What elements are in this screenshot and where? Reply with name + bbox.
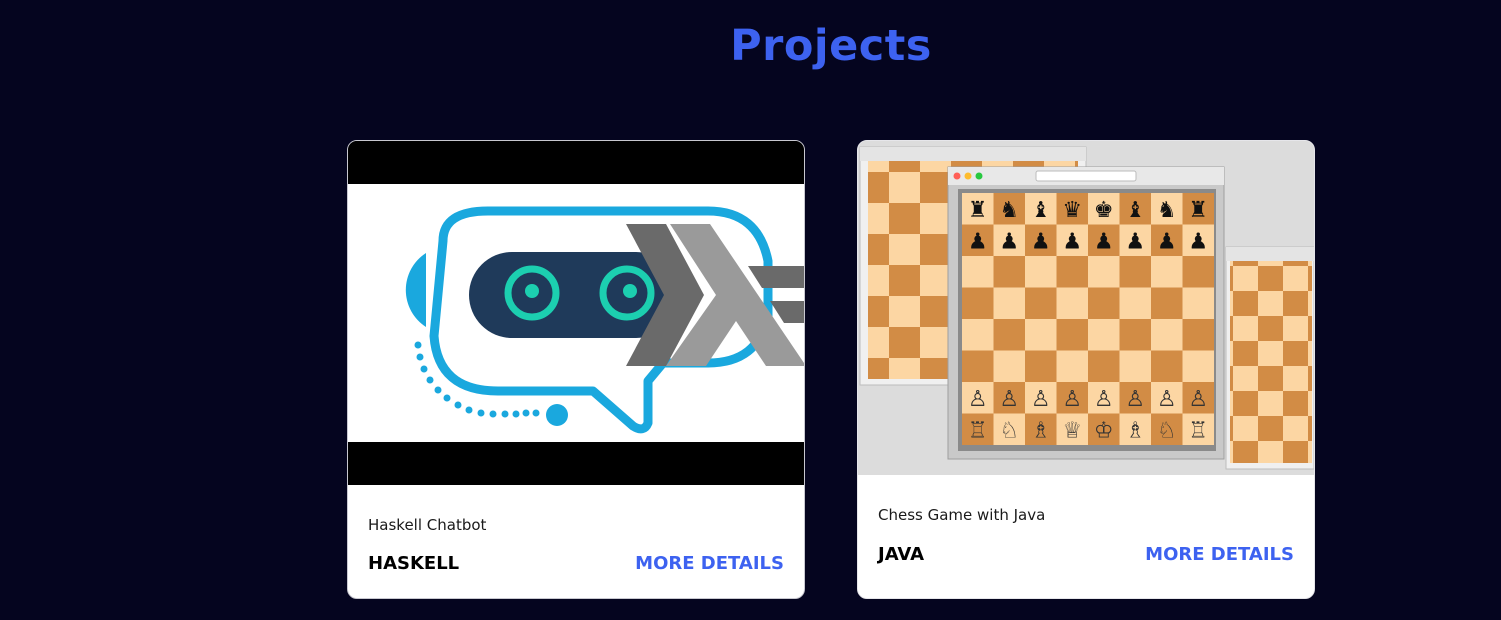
project-card-chess-game: ♜ ♟ ♙ ♖ ♞ ♟ ♙ ♘ ♝ ♟ ♙ ♗ ♛ ♟ ♙ ♕ ♚ ♟ ♙ ♔ ♝ ♟ ♙ ♗ ♞ ♟ ♙ ♘ ♜ ♟ ♙ ♖ Chess G… bbox=[857, 140, 1315, 599]
svg-text:♟: ♟ bbox=[1094, 229, 1114, 254]
svg-text:♟: ♟ bbox=[1031, 229, 1051, 254]
svg-text:♖: ♖ bbox=[1188, 418, 1208, 443]
svg-text:♝: ♝ bbox=[1031, 198, 1051, 223]
svg-text:♘: ♘ bbox=[1157, 418, 1177, 443]
svg-text:♟: ♟ bbox=[1125, 229, 1145, 254]
svg-text:♙: ♙ bbox=[1094, 387, 1114, 412]
svg-text:♟: ♟ bbox=[1062, 229, 1082, 254]
svg-text:♗: ♗ bbox=[1031, 418, 1051, 443]
svg-text:♙: ♙ bbox=[1157, 387, 1177, 412]
svg-text:♔: ♔ bbox=[1094, 418, 1114, 443]
svg-text:♙: ♙ bbox=[1031, 387, 1051, 412]
svg-text:♖: ♖ bbox=[968, 418, 988, 443]
svg-text:♟: ♟ bbox=[1157, 229, 1177, 254]
project-image-chess-game: ♜ ♟ ♙ ♖ ♞ ♟ ♙ ♘ ♝ ♟ ♙ ♗ ♛ ♟ ♙ ♕ ♚ ♟ ♙ ♔ ♝ ♟ ♙ ♗ ♞ ♟ ♙ ♘ ♜ ♟ ♙ ♖ bbox=[858, 141, 1314, 475]
svg-text:♚: ♚ bbox=[1094, 198, 1114, 223]
svg-text:♗: ♗ bbox=[1125, 418, 1145, 443]
svg-text:♟: ♟ bbox=[968, 229, 988, 254]
projects-page: Projects Haskell Chatbot HASKELL MORE DE… bbox=[0, 0, 1501, 620]
svg-text:♙: ♙ bbox=[1125, 387, 1145, 412]
more-details-link[interactable]: MORE DETAILS bbox=[635, 553, 784, 574]
project-tech-tag: JAVA bbox=[878, 544, 925, 565]
svg-text:♙: ♙ bbox=[968, 387, 988, 412]
svg-text:♞: ♞ bbox=[1157, 198, 1177, 223]
svg-text:♜: ♜ bbox=[968, 198, 988, 223]
project-title: Chess Game with Java bbox=[878, 506, 1046, 524]
svg-text:♜: ♜ bbox=[1188, 198, 1208, 223]
project-title: Haskell Chatbot bbox=[368, 516, 487, 534]
svg-text:♙: ♙ bbox=[1062, 387, 1082, 412]
haskell-chatbot-logo-icon bbox=[348, 141, 804, 485]
more-details-link[interactable]: MORE DETAILS bbox=[1145, 544, 1294, 565]
svg-text:♘: ♘ bbox=[999, 418, 1019, 443]
svg-text:♛: ♛ bbox=[1062, 198, 1082, 223]
svg-text:♝: ♝ bbox=[1125, 198, 1145, 223]
chess-board-screenshot-icon: ♜ ♟ ♙ ♖ ♞ ♟ ♙ ♘ ♝ ♟ ♙ ♗ ♛ ♟ ♙ ♕ ♚ ♟ ♙ ♔ ♝ ♟ ♙ ♗ ♞ ♟ ♙ ♘ ♜ ♟ ♙ ♖ bbox=[858, 141, 1314, 475]
project-card-haskell-chatbot: Haskell Chatbot HASKELL MORE DETAILS bbox=[347, 140, 805, 599]
project-image-haskell-chatbot bbox=[348, 141, 804, 485]
svg-text:♕: ♕ bbox=[1062, 418, 1082, 443]
project-tech-tag: HASKELL bbox=[368, 553, 460, 574]
svg-text:♙: ♙ bbox=[1188, 387, 1208, 412]
svg-text:♞: ♞ bbox=[999, 198, 1019, 223]
svg-text:♙: ♙ bbox=[999, 387, 1019, 412]
svg-text:♟: ♟ bbox=[1188, 229, 1208, 254]
svg-text:♟: ♟ bbox=[999, 229, 1019, 254]
section-title: Projects bbox=[730, 21, 932, 71]
